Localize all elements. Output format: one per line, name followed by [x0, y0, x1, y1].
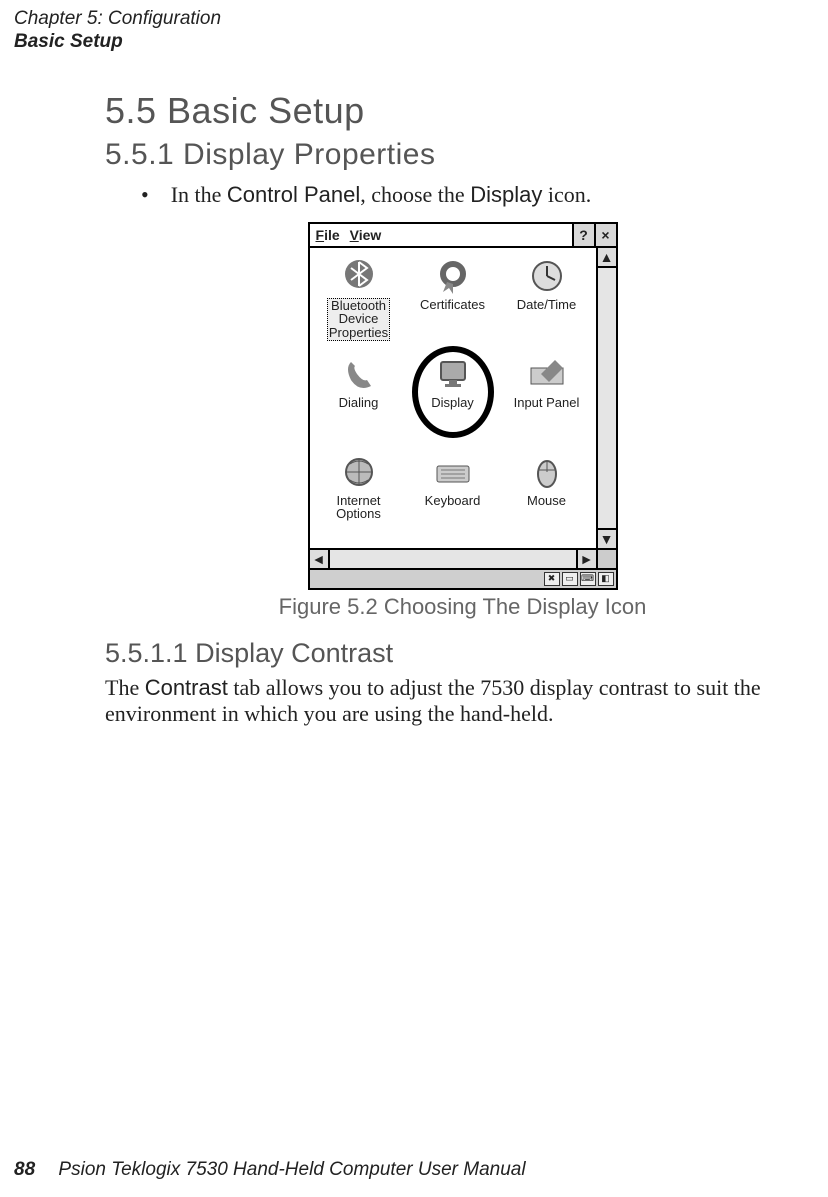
cp-body: Bluetooth Device Properties Certificates…: [310, 248, 616, 548]
inputpanel-icon: [525, 354, 569, 394]
cp-label: Display: [431, 396, 474, 410]
page-header: Chapter 5: Configuration Basic Setup: [0, 8, 828, 54]
figure-caption: Figure 5.2 Choosing The Display Icon: [279, 594, 647, 620]
page-footer: 88 Psion Teklogix 7530 Hand-Held Compute…: [14, 1159, 526, 1181]
cp-item-owner[interactable]: Owner: [406, 546, 500, 548]
page-number: 88: [14, 1159, 35, 1180]
clock-icon: [525, 256, 569, 296]
hscroll-track[interactable]: [330, 550, 576, 568]
display-icon: [431, 354, 475, 394]
paragraph: The Contrast tab allows you to adjust th…: [105, 675, 820, 728]
certificates-icon: [431, 256, 475, 296]
cp-label: Dialing: [339, 396, 379, 410]
cp-item-internet[interactable]: Internet Options: [312, 448, 406, 546]
cp-item-certificates[interactable]: Certificates: [406, 252, 500, 350]
tray-icon: ▭: [562, 572, 578, 586]
cp-label: Mouse: [527, 494, 566, 508]
cp-label: Bluetooth Device Properties: [327, 298, 390, 341]
menu-file[interactable]: File: [316, 227, 340, 243]
close-button[interactable]: ×: [594, 224, 616, 246]
cp-grid: Bluetooth Device Properties Certificates…: [310, 248, 596, 548]
cp-item-bluetooth[interactable]: Bluetooth Device Properties: [312, 252, 406, 350]
bluetooth-icon: [337, 256, 381, 296]
chapter-line: Chapter 5: Configuration: [14, 8, 828, 31]
help-button[interactable]: ?: [572, 224, 594, 246]
tray-icon: ⌨: [580, 572, 596, 586]
tray-icon: ✖: [544, 572, 560, 586]
cp-label: Input Panel: [514, 396, 580, 410]
mouse-icon: [525, 452, 569, 492]
heading-5-5-1: 5.5.1 Display Properties: [105, 138, 820, 172]
figure-5-2: File View ? × Bluetooth Device Propertie…: [105, 222, 820, 620]
titlebar: File View ? ×: [310, 224, 616, 248]
cp-label: Date/Time: [517, 298, 576, 312]
bullet-item: • In the Control Panel, choose the Displ…: [105, 182, 820, 208]
bullet-text: In the Control Panel, choose the Display…: [171, 182, 592, 208]
scroll-left-icon[interactable]: ◄: [310, 550, 330, 568]
horizontal-scrollbar[interactable]: ◄ ►: [310, 548, 616, 568]
cp-item-password[interactable]: Password: [500, 546, 594, 548]
scroll-up-icon[interactable]: ▲: [598, 248, 616, 268]
cp-item-inputpanel[interactable]: Input Panel: [500, 350, 594, 448]
section-line: Basic Setup: [14, 31, 828, 54]
scroll-corner: [596, 550, 616, 568]
cp-item-datetime[interactable]: Date/Time: [500, 252, 594, 350]
cp-item-dialing[interactable]: Dialing: [312, 350, 406, 448]
status-bar: ✖ ▭ ⌨ ◧: [310, 568, 616, 588]
heading-5-5: 5.5 Basic Setup: [105, 90, 820, 132]
cp-label: Keyboard: [425, 494, 481, 508]
cp-item-network[interactable]: Network and: [312, 546, 406, 548]
keyboard-icon: [431, 452, 475, 492]
cp-item-mouse[interactable]: Mouse: [500, 448, 594, 546]
page-content: 5.5 Basic Setup 5.5.1 Display Properties…: [0, 54, 820, 728]
menu-bar: File View: [310, 224, 572, 246]
menu-view[interactable]: View: [350, 227, 382, 243]
heading-5-5-1-1: 5.5.1.1 Display Contrast: [105, 638, 820, 669]
tray-icon: ◧: [598, 572, 614, 586]
bullet-marker: •: [141, 182, 149, 208]
cp-label: Internet Options: [336, 494, 381, 521]
vertical-scrollbar[interactable]: ▲ ▼: [596, 248, 616, 548]
scroll-right-icon[interactable]: ►: [576, 550, 596, 568]
footer-title: Psion Teklogix 7530 Hand-Held Computer U…: [58, 1159, 525, 1180]
phone-icon: [337, 354, 381, 394]
scroll-down-icon[interactable]: ▼: [598, 528, 616, 548]
scroll-track[interactable]: [598, 268, 616, 528]
cp-item-keyboard[interactable]: Keyboard: [406, 448, 500, 546]
globe-icon: [337, 452, 381, 492]
cp-label: Certificates: [420, 298, 485, 312]
control-panel-window: File View ? × Bluetooth Device Propertie…: [308, 222, 618, 590]
cp-item-display[interactable]: Display: [406, 350, 500, 448]
